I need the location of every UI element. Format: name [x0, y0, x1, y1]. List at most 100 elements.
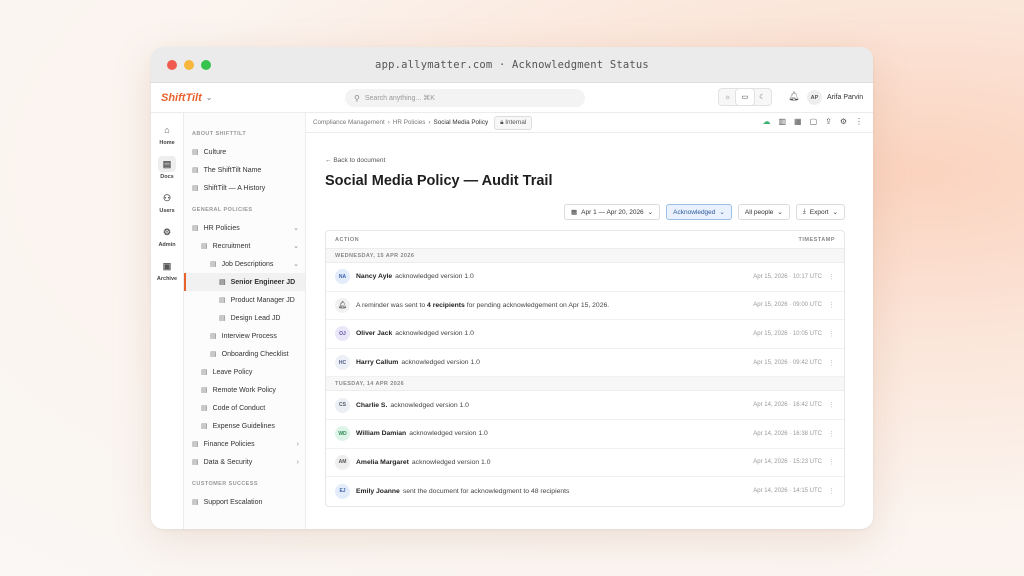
page-icon: ▤	[192, 499, 199, 506]
page-icon: ▤	[210, 351, 217, 358]
system-mode-icon[interactable]: ▭	[736, 89, 754, 105]
page-icon: ▤	[219, 297, 226, 304]
row-text: acknowledged version 1.0	[395, 273, 474, 281]
sidebar-item[interactable]: ▤ Culture	[184, 143, 305, 161]
export-button[interactable]: ⤓ Export ⌄	[795, 204, 845, 220]
more-icon[interactable]: ⋮	[828, 330, 835, 338]
more-icon[interactable]: ⋮	[855, 117, 863, 126]
table-row[interactable]: OJ Oliver Jack acknowledged version 1.0 Apr…	[326, 320, 844, 349]
people-filter[interactable]: All people ⌄	[737, 204, 790, 220]
sidebar-item[interactable]: ▤ Data & Security ›	[184, 453, 305, 471]
sidebar-item[interactable]: ▤ Job Descriptions ⌄	[184, 255, 305, 273]
person-name: Emily Joanne	[356, 487, 400, 495]
light-mode-icon[interactable]: ☼	[719, 89, 736, 105]
rail-item-docs[interactable]: ▤ Docs	[158, 156, 176, 180]
gear-icon[interactable]: ⚙	[840, 117, 847, 126]
table-row[interactable]: CS Charlie S. acknowledged version 1.0 Apr …	[326, 391, 844, 420]
user-menu[interactable]: AP Arifa Parvin	[807, 90, 863, 105]
row-text-bold: 4 recipients	[427, 301, 465, 309]
rail-item-archive[interactable]: ▣ Archive	[156, 258, 178, 283]
close-dot[interactable]	[167, 60, 177, 70]
sidebar-item[interactable]: ▤ Product Manager JD	[184, 291, 305, 309]
more-icon[interactable]: ⋮	[828, 487, 835, 495]
rail-item-users[interactable]: ⚇ Users	[158, 190, 176, 215]
search-input[interactable]: ⚲ Search anything... ⌘K	[345, 89, 585, 107]
sidebar-item[interactable]: ▤ Interview Process	[184, 327, 305, 345]
sidebar-item[interactable]: ▤ Finance Policies ›	[184, 435, 305, 453]
sidebar-item[interactable]: ▤ Support Escalation	[184, 493, 305, 511]
table-row[interactable]: AM Amelia Margaret acknowledged version 1.…	[326, 449, 844, 478]
sidebar-item[interactable]: ▤ The ShiftTilt Name	[184, 161, 305, 179]
rail-item-label: Archive	[156, 276, 178, 282]
theme-toggle: ☼ ▭ ☾	[718, 88, 772, 106]
person-name: William Damian	[356, 430, 407, 438]
page-icon: ▤	[201, 369, 208, 376]
more-icon[interactable]: ⋮	[828, 430, 835, 438]
sidebar-item[interactable]: ▤ HR Policies ⌄	[184, 219, 305, 237]
back-link[interactable]: ← Back to document	[325, 157, 845, 164]
analytics-icon[interactable]: ▥	[778, 117, 786, 126]
calendar-icon: ▦	[571, 209, 578, 216]
status-filter-label: Acknowledged	[673, 208, 716, 216]
filter-bar: ▦ Apr 1 — Apr 20, 2026 ⌄ Acknowledged ⌄ …	[564, 204, 845, 220]
rail-item-home[interactable]: ⌂ Home	[158, 122, 176, 146]
table-header: ACTION TIMESTAMP	[326, 231, 844, 249]
breadcrumb-item[interactable]: Compliance Management	[313, 119, 385, 126]
share-icon[interactable]: ⇪	[825, 117, 832, 126]
chevron-right-icon[interactable]: ›	[297, 441, 299, 448]
sidebar-item[interactable]: ▤ Onboarding Checklist	[184, 345, 305, 363]
group-header: WEDNESDAY, 15 APR 2026	[326, 249, 844, 263]
sidebar-item[interactable]: ▤ Design Lead JD	[184, 309, 305, 327]
chevron-down-icon[interactable]: ⌄	[293, 224, 299, 232]
sidebar-item[interactable]: ▤ Remote Work Policy	[184, 381, 305, 399]
more-icon[interactable]: ⋮	[828, 359, 835, 367]
row-text: acknowledged version 1.0	[411, 458, 491, 466]
table-row[interactable]: WD William Damian acknowledged version 1.0…	[326, 420, 844, 449]
rail-item-admin[interactable]: ⚙ Admin	[158, 224, 176, 249]
chevron-down-icon: ⌄	[205, 93, 213, 102]
avatar: AM	[335, 454, 350, 470]
sidebar-item[interactable]: ▤ Code of Conduct	[184, 399, 305, 417]
breadcrumb-item[interactable]: HR Policies	[393, 119, 426, 126]
rail-item-label: Docs	[160, 174, 174, 180]
people-filter-label: All people	[744, 208, 774, 216]
more-icon[interactable]: ⋮	[828, 458, 835, 466]
table-row[interactable]: HC Harry Callum acknowledged version 1.0 Ap…	[326, 349, 844, 378]
avatar: AP	[807, 90, 822, 105]
brand-switcher[interactable]: ShiftTilt ⌄	[161, 92, 212, 104]
chevron-right-icon[interactable]: ›	[297, 459, 299, 466]
back-label: Back to document	[333, 157, 386, 164]
more-icon[interactable]: ⋮	[828, 301, 835, 309]
row-timestamp: Apr 14, 2026 · 16:42 UTC	[753, 402, 822, 409]
table-row[interactable]: 🔔︎ A reminder was sent to 4 recipients fo…	[326, 292, 844, 321]
page-icon: ▤	[192, 149, 199, 156]
sidebar-item[interactable]: ▤ Leave Policy	[184, 363, 305, 381]
chevron-down-icon[interactable]: ⌄	[293, 260, 299, 268]
chevron-down-icon: ⌄	[647, 209, 654, 216]
sidebar-section-title: GENERAL POLICIES	[192, 207, 253, 213]
table-row[interactable]: NA Nancy Ayle acknowledged version 1.0 Apr …	[326, 263, 844, 292]
sidebar-item[interactable]: ▤ Recruitment ⌄	[184, 237, 305, 255]
minimize-dot[interactable]	[184, 60, 194, 70]
table-row[interactable]: EJ Emily Joanne sent the document for ackn…	[326, 477, 844, 506]
sidebar-item[interactable]: ▤ Senior Engineer JD	[184, 273, 305, 291]
chevron-down-icon[interactable]: ⌄	[293, 242, 299, 250]
date-range-filter[interactable]: ▦ Apr 1 — Apr 20, 2026 ⌄	[564, 204, 661, 220]
more-icon[interactable]: ⋮	[828, 401, 835, 409]
brand-logo: ShiftTilt	[161, 91, 202, 104]
doc-toolbar: ☁ ▥ ▦ ▢ ⇪ ⚙ ⋮	[762, 117, 863, 126]
bell-icon[interactable]: 🔔︎	[788, 91, 799, 102]
dark-mode-icon[interactable]: ☾	[754, 89, 771, 105]
more-icon[interactable]: ⋮	[828, 273, 835, 281]
sidebar-item[interactable]: ▤ Expense Guidelines	[184, 417, 305, 435]
comment-icon[interactable]: ▢	[810, 117, 818, 126]
rail-item-label: Home	[159, 140, 175, 146]
page-title: Social Media Policy — Audit Trail	[325, 173, 553, 189]
clipboard-icon[interactable]: ▦	[794, 117, 802, 126]
arrow-left-icon: ←	[325, 157, 332, 164]
maximize-dot[interactable]	[201, 60, 211, 70]
sidebar-item[interactable]: ▤ ShiftTilt — A History	[184, 179, 305, 197]
table-body: WEDNESDAY, 15 APR 2026 NA Nancy Ayle acknow…	[326, 249, 844, 506]
breadcrumb-separator: ›	[428, 119, 431, 126]
status-filter[interactable]: Acknowledged ⌄	[666, 204, 732, 220]
